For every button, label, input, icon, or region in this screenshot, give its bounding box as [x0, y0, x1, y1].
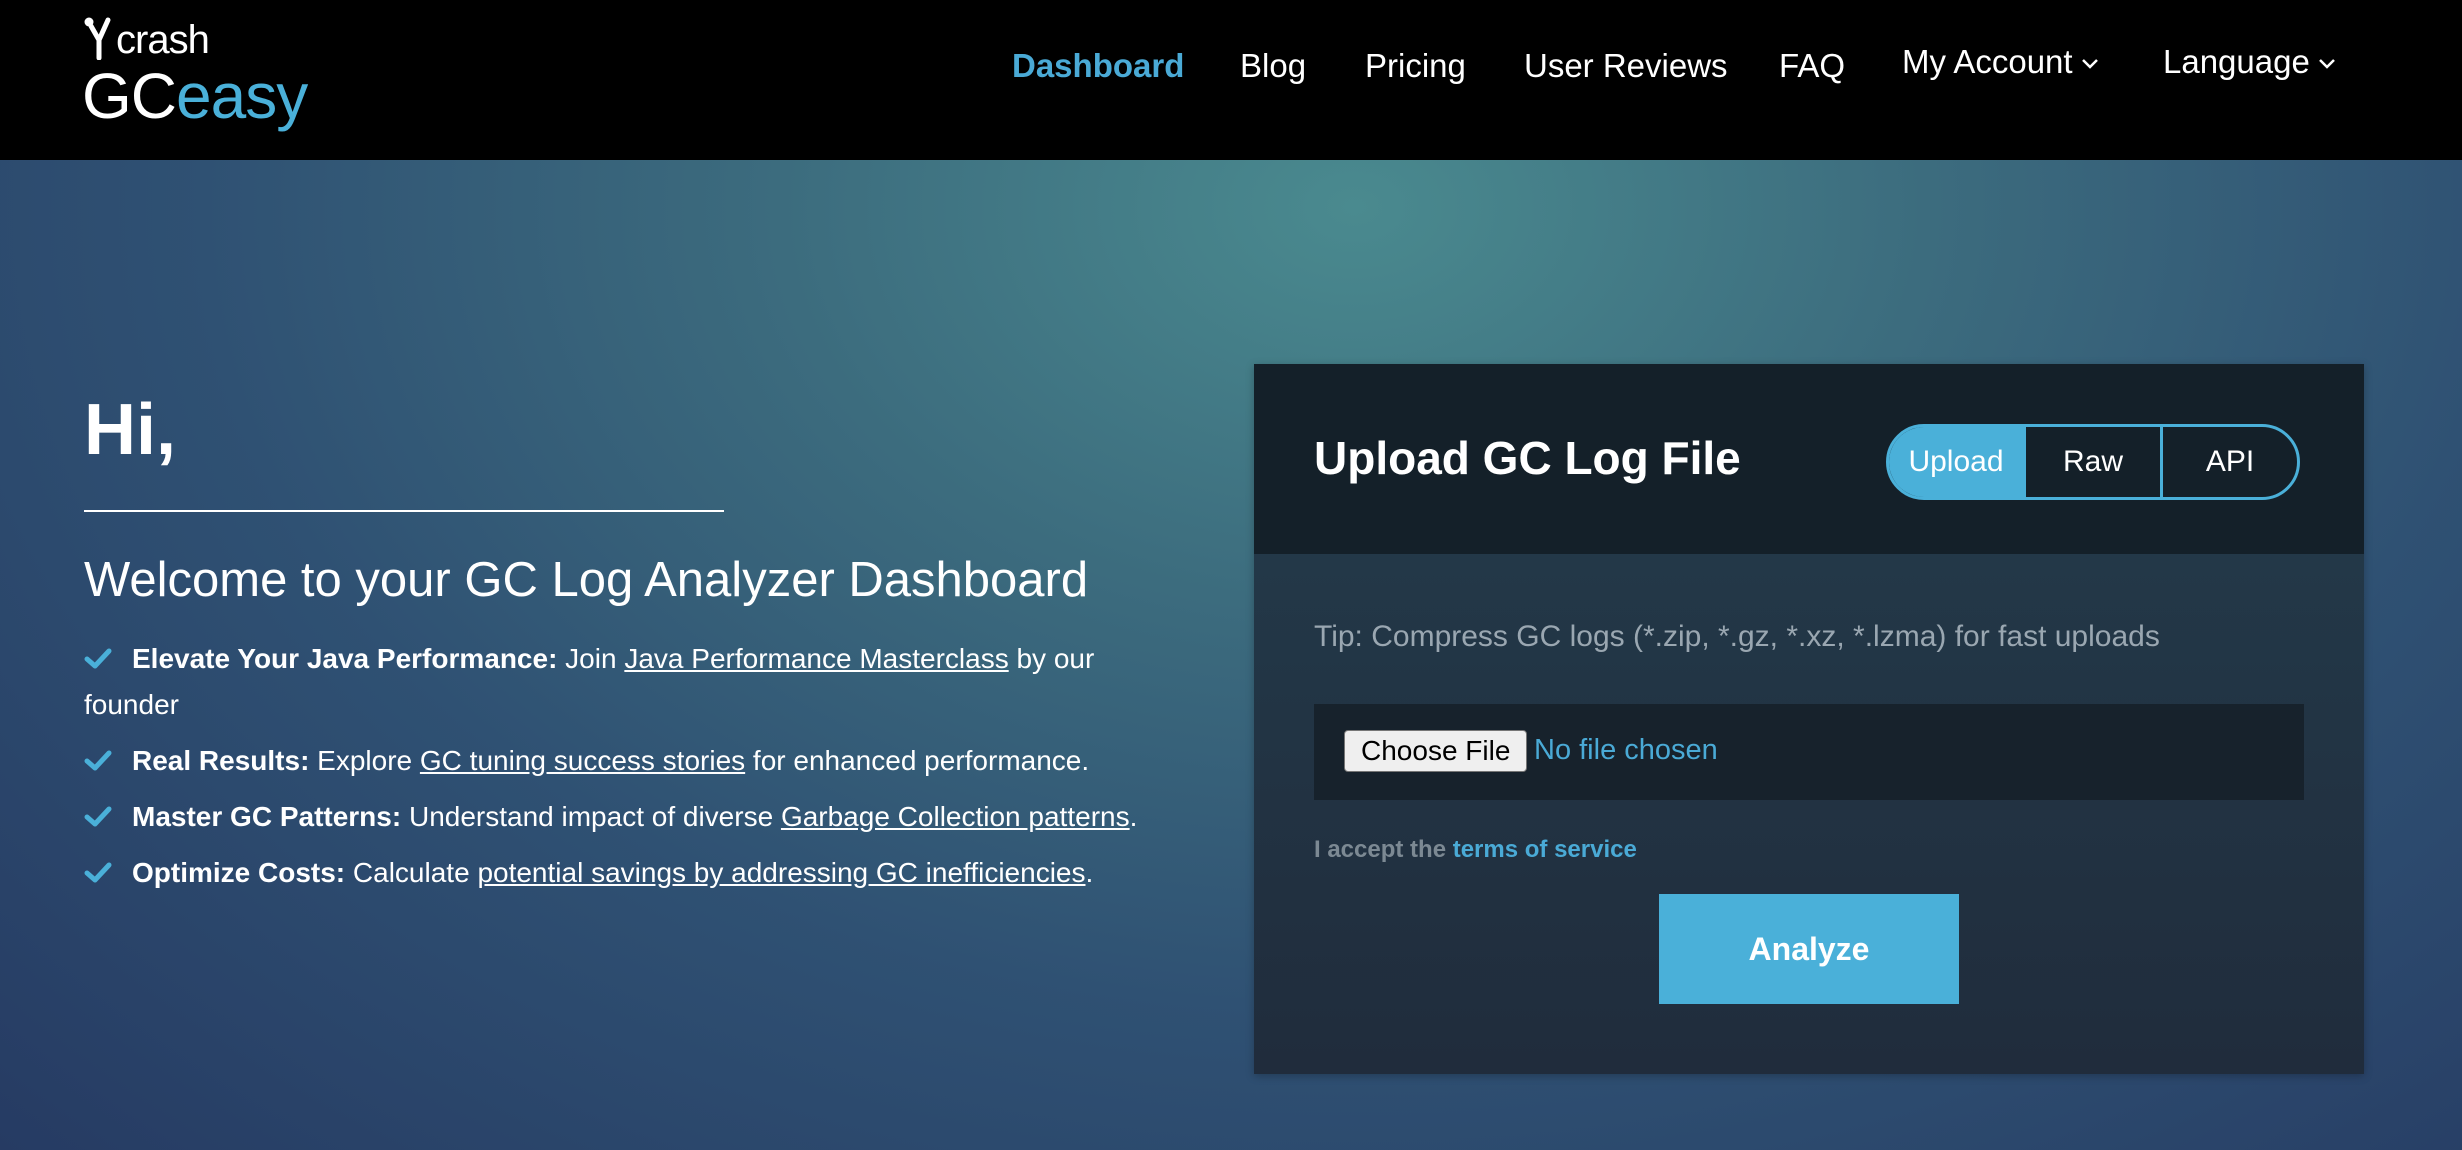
upload-panel-body: Tip: Compress GC logs (*.zip, *.gz, *.xz…	[1254, 554, 2364, 1074]
feature-item: Elevate Your Java Performance: Join Java…	[84, 636, 1204, 728]
feature-title: Real Results:	[132, 745, 310, 776]
checkmark-icon	[84, 648, 112, 669]
nav-my-account-label: My Account	[1902, 43, 2073, 80]
greeting-heading: Hi,	[84, 390, 177, 470]
file-status-text: No file chosen	[1534, 734, 1718, 766]
feature-text: for enhanced performance.	[745, 745, 1090, 776]
upload-mode-toggle: Upload Raw API	[1886, 424, 2300, 500]
main-nav: Dashboard Blog Pricing User Reviews FAQ …	[0, 40, 2462, 92]
upload-mode-upload[interactable]: Upload	[1889, 427, 2023, 497]
potential-savings-link[interactable]: potential savings by addressing GC ineff…	[477, 857, 1085, 888]
feature-item: Master GC Patterns: Understand impact of…	[84, 794, 1204, 840]
feature-title: Optimize Costs:	[132, 857, 346, 888]
nav-pricing[interactable]: Pricing	[1365, 40, 1466, 92]
checkmark-icon	[84, 862, 112, 883]
chevron-down-icon	[2081, 59, 2098, 70]
feature-text: Join	[557, 643, 625, 674]
terms-acceptance: I accept the terms of service	[1314, 836, 1637, 864]
upload-panel-title: Upload GC Log File	[1314, 432, 1741, 484]
feature-text: Calculate	[345, 857, 478, 888]
welcome-heading: Welcome to your GC Log Analyzer Dashboar…	[84, 553, 1089, 607]
nav-user-reviews[interactable]: User Reviews	[1524, 40, 1728, 92]
feature-item: Optimize Costs: Calculate potential savi…	[84, 850, 1204, 896]
choose-file-button[interactable]: Choose File	[1344, 730, 1528, 772]
upload-panel-header: Upload GC Log File Upload Raw API	[1254, 364, 2364, 554]
feature-text: Explore	[309, 745, 420, 776]
terms-of-service-link[interactable]: terms of service	[1453, 836, 1637, 863]
upload-mode-api[interactable]: API	[2160, 427, 2297, 497]
feature-title: Elevate Your Java Performance:	[132, 643, 558, 674]
nav-language-label: Language	[2163, 43, 2310, 80]
nav-my-account[interactable]: My Account	[1902, 36, 2099, 88]
feature-text: Understand impact of diverse	[401, 801, 781, 832]
file-input-area: Choose File No file chosen	[1314, 704, 2304, 800]
feature-text: by our	[1008, 643, 1095, 674]
greeting-divider	[84, 510, 724, 512]
success-stories-link[interactable]: GC tuning success stories	[420, 745, 745, 776]
feature-text: founder	[84, 689, 179, 720]
nav-language[interactable]: Language	[2163, 36, 2336, 88]
upload-panel: Upload GC Log File Upload Raw API Tip: C…	[1254, 364, 2364, 1074]
feature-list: Elevate Your Java Performance: Join Java…	[84, 636, 1204, 906]
checkmark-icon	[84, 806, 112, 827]
nav-faq[interactable]: FAQ	[1779, 40, 1845, 92]
feature-text: .	[1129, 801, 1138, 832]
checkmark-icon	[84, 750, 112, 771]
upload-tip: Tip: Compress GC logs (*.zip, *.gz, *.xz…	[1314, 620, 2160, 653]
masterclass-link[interactable]: Java Performance Masterclass	[624, 643, 1008, 674]
feature-text: .	[1085, 857, 1094, 888]
nav-dashboard[interactable]: Dashboard	[1012, 40, 1184, 92]
analyze-button[interactable]: Analyze	[1659, 894, 1959, 1004]
top-navbar: crash GCeasy Dashboard Blog Pricing User…	[0, 0, 2462, 160]
feature-item: Real Results: Explore GC tuning success …	[84, 738, 1204, 784]
gc-patterns-link[interactable]: Garbage Collection patterns	[781, 801, 1130, 832]
nav-blog[interactable]: Blog	[1240, 40, 1306, 92]
terms-prefix: I accept the	[1314, 836, 1453, 863]
upload-mode-raw[interactable]: Raw	[2023, 427, 2160, 497]
chevron-down-icon	[2318, 59, 2335, 70]
feature-title: Master GC Patterns:	[132, 801, 402, 832]
